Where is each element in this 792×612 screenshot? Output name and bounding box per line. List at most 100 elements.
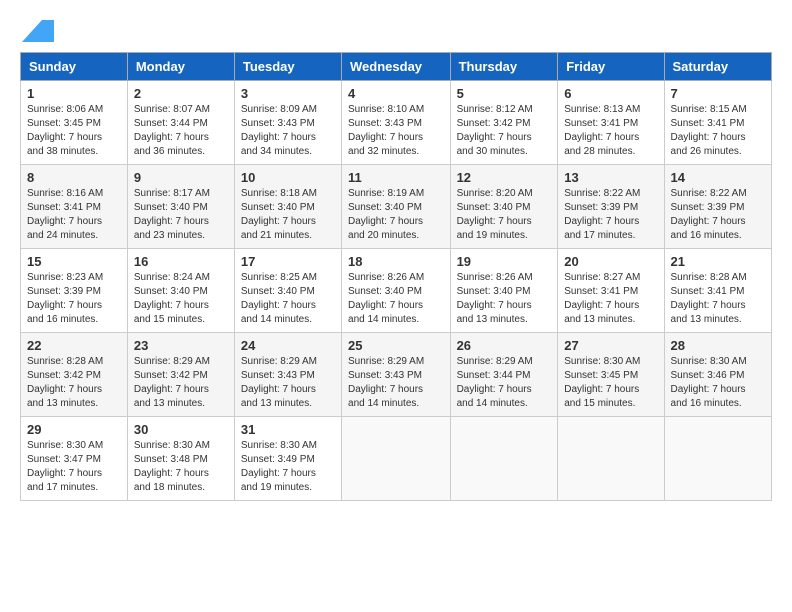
day-info: Sunrise: 8:29 AM Sunset: 3:43 PM Dayligh… (348, 355, 444, 411)
day-number: 22 (27, 338, 121, 353)
day-info: Sunrise: 8:28 AM Sunset: 3:41 PM Dayligh… (671, 271, 765, 327)
calendar-cell: 10 Sunrise: 8:18 AM Sunset: 3:40 PM Dayli… (234, 165, 341, 249)
calendar-cell: 31 Sunrise: 8:30 AM Sunset: 3:49 PM Dayli… (234, 417, 341, 501)
calendar-cell (558, 417, 664, 501)
day-info: Sunrise: 8:25 AM Sunset: 3:40 PM Dayligh… (241, 271, 335, 327)
day-number: 10 (241, 170, 335, 185)
calendar-cell: 26 Sunrise: 8:29 AM Sunset: 3:44 PM Dayli… (450, 333, 558, 417)
page-header (20, 20, 772, 42)
day-info: Sunrise: 8:26 AM Sunset: 3:40 PM Dayligh… (348, 271, 444, 327)
calendar-week-5: 29 Sunrise: 8:30 AM Sunset: 3:47 PM Dayli… (21, 417, 772, 501)
day-info: Sunrise: 8:09 AM Sunset: 3:43 PM Dayligh… (241, 103, 335, 159)
day-info: Sunrise: 8:18 AM Sunset: 3:40 PM Dayligh… (241, 187, 335, 243)
calendar-header-tuesday: Tuesday (234, 53, 341, 81)
calendar-header-thursday: Thursday (450, 53, 558, 81)
day-number: 9 (134, 170, 228, 185)
calendar-cell: 19Sunrise: 8:26 AM Sunset: 3:40 PM Dayli… (450, 249, 558, 333)
day-number: 2 (134, 86, 228, 101)
calendar-header-sunday: Sunday (21, 53, 128, 81)
day-number: 4 (348, 86, 444, 101)
calendar-week-2: 8 Sunrise: 8:16 AM Sunset: 3:41 PM Daylig… (21, 165, 772, 249)
day-number: 14 (671, 170, 765, 185)
day-info: Sunrise: 8:12 AM Sunset: 3:42 PM Dayligh… (457, 103, 552, 159)
calendar-cell: 22 Sunrise: 8:28 AM Sunset: 3:42 PM Dayli… (21, 333, 128, 417)
logo-icon (22, 20, 54, 42)
calendar-header-friday: Friday (558, 53, 664, 81)
day-number: 3 (241, 86, 335, 101)
day-info: Sunrise: 8:30 AM Sunset: 3:49 PM Dayligh… (241, 439, 335, 495)
logo (20, 20, 54, 42)
day-number: 23 (134, 338, 228, 353)
day-number: 27 (564, 338, 657, 353)
calendar-header-row: SundayMondayTuesdayWednesdayThursdayFrid… (21, 53, 772, 81)
day-info: Sunrise: 8:06 AM Sunset: 3:45 PM Dayligh… (27, 103, 121, 159)
day-number: 8 (27, 170, 121, 185)
calendar-week-1: 1 Sunrise: 8:06 AM Sunset: 3:45 PM Daylig… (21, 81, 772, 165)
day-number: 25 (348, 338, 444, 353)
calendar-cell: 18 Sunrise: 8:26 AM Sunset: 3:40 PM Dayli… (342, 249, 451, 333)
calendar-cell: 6Sunrise: 8:13 AM Sunset: 3:41 PM Daylig… (558, 81, 664, 165)
calendar-cell: 23 Sunrise: 8:29 AM Sunset: 3:42 PM Dayli… (127, 333, 234, 417)
day-info: Sunrise: 8:19 AM Sunset: 3:40 PM Dayligh… (348, 187, 444, 243)
day-number: 30 (134, 422, 228, 437)
calendar-cell (664, 417, 771, 501)
day-number: 19 (457, 254, 552, 269)
day-number: 24 (241, 338, 335, 353)
calendar-cell: 8 Sunrise: 8:16 AM Sunset: 3:41 PM Daylig… (21, 165, 128, 249)
day-info: Sunrise: 8:28 AM Sunset: 3:42 PM Dayligh… (27, 355, 121, 411)
day-number: 18 (348, 254, 444, 269)
day-info: Sunrise: 8:10 AM Sunset: 3:43 PM Dayligh… (348, 103, 444, 159)
day-number: 6 (564, 86, 657, 101)
day-info: Sunrise: 8:30 AM Sunset: 3:46 PM Dayligh… (671, 355, 765, 411)
calendar-table: SundayMondayTuesdayWednesdayThursdayFrid… (20, 52, 772, 501)
day-number: 17 (241, 254, 335, 269)
calendar-cell: 29 Sunrise: 8:30 AM Sunset: 3:47 PM Dayli… (21, 417, 128, 501)
calendar-cell: 4 Sunrise: 8:10 AM Sunset: 3:43 PM Daylig… (342, 81, 451, 165)
day-info: Sunrise: 8:30 AM Sunset: 3:47 PM Dayligh… (27, 439, 121, 495)
day-number: 26 (457, 338, 552, 353)
day-number: 16 (134, 254, 228, 269)
calendar-cell: 14 Sunrise: 8:22 AM Sunset: 3:39 PM Dayli… (664, 165, 771, 249)
calendar-cell: 2 Sunrise: 8:07 AM Sunset: 3:44 PM Daylig… (127, 81, 234, 165)
calendar-cell: 13Sunrise: 8:22 AM Sunset: 3:39 PM Dayli… (558, 165, 664, 249)
calendar-cell: 28Sunrise: 8:30 AM Sunset: 3:46 PM Dayli… (664, 333, 771, 417)
calendar-cell: 5 Sunrise: 8:12 AM Sunset: 3:42 PM Daylig… (450, 81, 558, 165)
day-info: Sunrise: 8:22 AM Sunset: 3:39 PM Dayligh… (671, 187, 765, 243)
day-info: Sunrise: 8:15 AM Sunset: 3:41 PM Dayligh… (671, 103, 765, 159)
calendar-cell (342, 417, 451, 501)
calendar-cell: 21Sunrise: 8:28 AM Sunset: 3:41 PM Dayli… (664, 249, 771, 333)
calendar-cell: 11 Sunrise: 8:19 AM Sunset: 3:40 PM Dayli… (342, 165, 451, 249)
day-number: 31 (241, 422, 335, 437)
calendar-header-wednesday: Wednesday (342, 53, 451, 81)
day-info: Sunrise: 8:30 AM Sunset: 3:45 PM Dayligh… (564, 355, 657, 411)
calendar-cell: 30 Sunrise: 8:30 AM Sunset: 3:48 PM Dayli… (127, 417, 234, 501)
calendar-cell: 12 Sunrise: 8:20 AM Sunset: 3:40 PM Dayli… (450, 165, 558, 249)
calendar-cell: 16Sunrise: 8:24 AM Sunset: 3:40 PM Dayli… (127, 249, 234, 333)
calendar-body: 1 Sunrise: 8:06 AM Sunset: 3:45 PM Daylig… (21, 81, 772, 501)
day-info: Sunrise: 8:30 AM Sunset: 3:48 PM Dayligh… (134, 439, 228, 495)
calendar-cell: 17 Sunrise: 8:25 AM Sunset: 3:40 PM Dayli… (234, 249, 341, 333)
day-number: 1 (27, 86, 121, 101)
day-number: 12 (457, 170, 552, 185)
calendar-cell (450, 417, 558, 501)
day-info: Sunrise: 8:17 AM Sunset: 3:40 PM Dayligh… (134, 187, 228, 243)
day-info: Sunrise: 8:29 AM Sunset: 3:44 PM Dayligh… (457, 355, 552, 411)
day-info: Sunrise: 8:07 AM Sunset: 3:44 PM Dayligh… (134, 103, 228, 159)
day-number: 5 (457, 86, 552, 101)
day-number: 20 (564, 254, 657, 269)
day-info: Sunrise: 8:16 AM Sunset: 3:41 PM Dayligh… (27, 187, 121, 243)
calendar-cell: 9 Sunrise: 8:17 AM Sunset: 3:40 PM Daylig… (127, 165, 234, 249)
day-number: 13 (564, 170, 657, 185)
day-number: 15 (27, 254, 121, 269)
day-number: 11 (348, 170, 444, 185)
calendar-cell: 1 Sunrise: 8:06 AM Sunset: 3:45 PM Daylig… (21, 81, 128, 165)
calendar-week-4: 22 Sunrise: 8:28 AM Sunset: 3:42 PM Dayli… (21, 333, 772, 417)
calendar-cell: 24Sunrise: 8:29 AM Sunset: 3:43 PM Dayli… (234, 333, 341, 417)
day-info: Sunrise: 8:29 AM Sunset: 3:42 PM Dayligh… (134, 355, 228, 411)
day-info: Sunrise: 8:20 AM Sunset: 3:40 PM Dayligh… (457, 187, 552, 243)
calendar-cell: 25 Sunrise: 8:29 AM Sunset: 3:43 PM Dayli… (342, 333, 451, 417)
day-number: 29 (27, 422, 121, 437)
day-info: Sunrise: 8:27 AM Sunset: 3:41 PM Dayligh… (564, 271, 657, 327)
calendar-cell: 27 Sunrise: 8:30 AM Sunset: 3:45 PM Dayli… (558, 333, 664, 417)
day-number: 7 (671, 86, 765, 101)
